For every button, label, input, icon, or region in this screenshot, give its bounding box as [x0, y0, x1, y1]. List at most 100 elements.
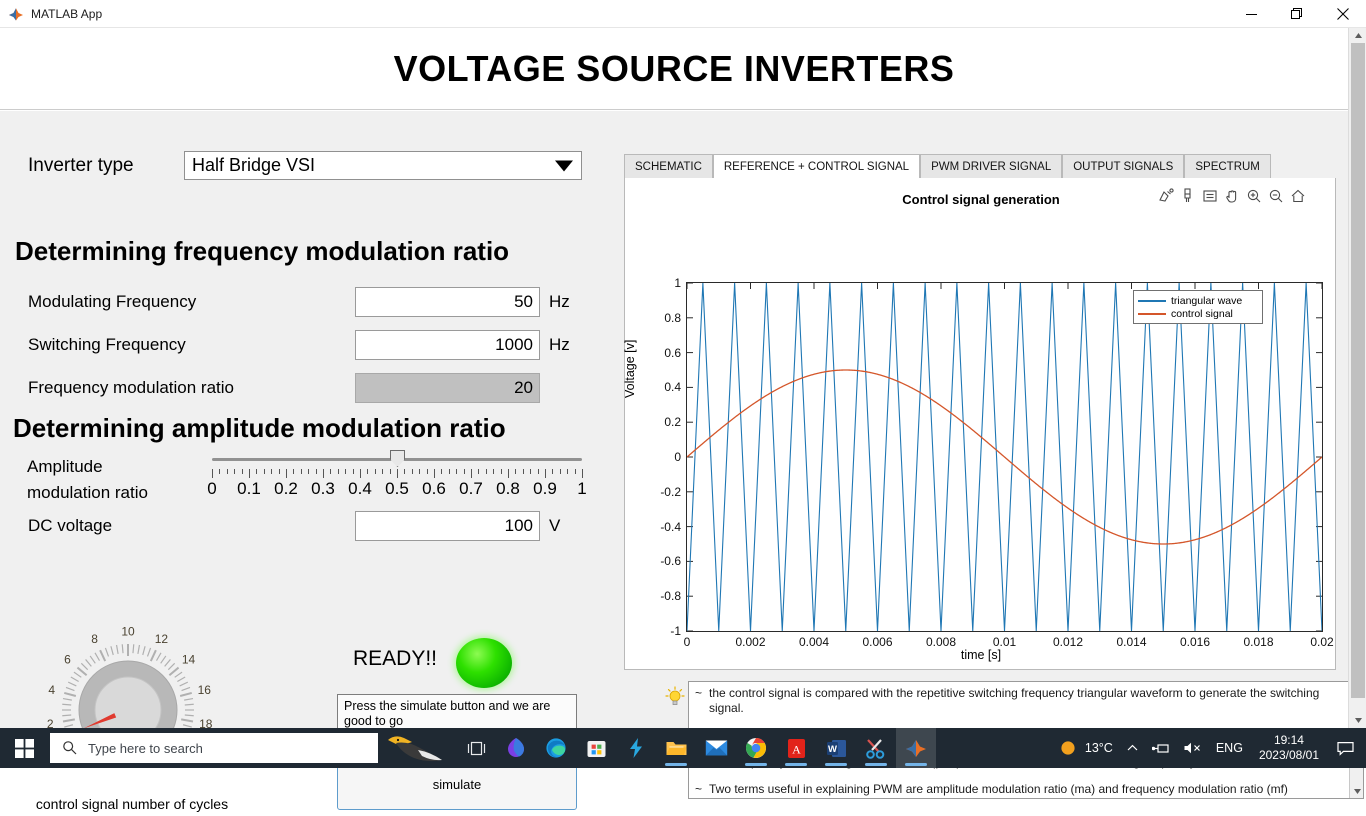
task-view-icon[interactable]: [456, 728, 496, 768]
knob-tick: [149, 649, 157, 662]
slider-tick: [315, 469, 317, 474]
weather-widget[interactable]: 13°C: [1052, 728, 1120, 768]
slider-tick: [249, 469, 250, 478]
knob-tick: [115, 644, 119, 654]
volume-muted-icon[interactable]: [1176, 728, 1209, 768]
amplitude-modulation-ratio-slider[interactable]: 0 0.1 0.2 0.3 0.4 0.5 0.6 0.7 0.8 0.9 1: [207, 449, 587, 499]
amplitude-modulation-ratio-label: Amplitude modulation ratio: [27, 454, 148, 506]
zoom-out-icon[interactable]: [1267, 187, 1285, 205]
knob-tick: [67, 681, 77, 687]
slider-tick-label: 0.3: [311, 479, 335, 498]
info-scroll-down-button[interactable]: [1350, 785, 1363, 798]
knob-tick-label: 16: [198, 683, 212, 697]
inverter-type-dropdown[interactable]: Half Bridge VSI: [184, 151, 582, 180]
knob-tick: [167, 662, 176, 671]
info-item-text: Two terms useful in explaining PWM are a…: [709, 782, 1288, 796]
microsoft-365-icon[interactable]: [496, 728, 536, 768]
language-indicator[interactable]: ENG: [1209, 728, 1250, 768]
microsoft-store-icon[interactable]: [576, 728, 616, 768]
y-tick-label: -0.6: [660, 554, 681, 569]
knob-dial[interactable]: 02468101214161820: [26, 626, 238, 796]
knob-tick: [94, 652, 101, 661]
knob-tick: [89, 655, 96, 664]
knob-tick: [85, 659, 92, 667]
matlab-icon[interactable]: [896, 728, 936, 768]
y-tick-label: 0.4: [664, 380, 681, 395]
knob-tick: [181, 718, 194, 723]
frequency-modulation-ratio-value: 20: [355, 373, 540, 403]
info-bullet: ~: [695, 782, 703, 796]
slider-tick: [434, 469, 435, 478]
brush-icon[interactable]: [1179, 187, 1197, 205]
slider-tick: [582, 469, 583, 478]
adobe-reader-icon[interactable]: A: [776, 728, 816, 768]
control-signal-cycles-knob[interactable]: 02468101214161820 control signal number …: [26, 626, 238, 816]
home-icon[interactable]: [1289, 187, 1307, 205]
dc-voltage-input[interactable]: 100: [355, 511, 540, 541]
slider-tick: [360, 469, 361, 478]
tab-schematic[interactable]: SCHEMATIC: [624, 154, 713, 178]
zoom-in-icon[interactable]: [1245, 187, 1263, 205]
slider-tick: [574, 469, 576, 474]
minimize-button[interactable]: [1228, 0, 1274, 28]
mail-icon[interactable]: [696, 728, 736, 768]
snipping-tool-icon[interactable]: [856, 728, 896, 768]
data-tip-icon[interactable]: [1201, 187, 1219, 205]
notification-icon[interactable]: [1328, 728, 1362, 768]
modulating-frequency-input[interactable]: 50: [355, 287, 540, 317]
slider-tick: [256, 469, 258, 474]
taskbar-clock[interactable]: 19:14 2023/08/01: [1250, 733, 1328, 763]
export-icon[interactable]: [1157, 187, 1175, 205]
slider-tick-label: 0.4: [348, 479, 372, 498]
slider-tick-label: 0.8: [496, 479, 520, 498]
tab-spectrum[interactable]: SPECTRUM: [1184, 154, 1271, 178]
tab-label: SCHEMATIC: [635, 160, 702, 173]
x-tick-label: 0.016: [1179, 635, 1211, 649]
slider-tick: [567, 469, 569, 474]
x-tick-label: 0.012: [1052, 635, 1084, 649]
knob-tick: [164, 659, 171, 667]
tab-strip: SCHEMATIC REFERENCE + CONTROL SIGNAL PWM D…: [624, 154, 1336, 179]
slider-tick: [463, 469, 465, 474]
slider-tick: [263, 469, 265, 474]
microsoft-edge-icon[interactable]: [536, 728, 576, 768]
tab-pwm-driver-signal[interactable]: PWM DRIVER SIGNAL: [920, 154, 1063, 178]
slider-tick: [367, 469, 369, 474]
switching-frequency-input[interactable]: 1000: [355, 330, 540, 360]
knob-tick: [62, 714, 72, 717]
amplitude-section-heading: Determining amplitude modulation ratio: [13, 413, 506, 443]
slider-tick: [234, 469, 236, 474]
network-icon[interactable]: [1145, 728, 1176, 768]
tab-reference-control-signal[interactable]: REFERENCE + CONTROL SIGNAL: [712, 154, 921, 178]
slider-tick: [226, 469, 228, 474]
y-tick-label: 1: [674, 276, 681, 290]
pan-icon[interactable]: [1223, 187, 1241, 205]
knob-tick-label: 10: [121, 626, 135, 639]
chart-y-axis-label: Voltage [v]: [623, 339, 637, 398]
window-title: MATLAB App: [31, 6, 103, 21]
tab-output-signals[interactable]: OUTPUT SIGNALS: [1062, 154, 1185, 178]
knob-tick: [73, 671, 82, 678]
microsoft-word-icon[interactable]: W: [816, 728, 856, 768]
app-vertical-scrollbar[interactable]: [1348, 28, 1366, 728]
chart-toolbar: [1157, 187, 1307, 205]
knob-tick-label: 6: [64, 653, 71, 667]
lightning-icon[interactable]: [616, 728, 656, 768]
scroll-up-button[interactable]: [1349, 28, 1366, 43]
slider-handle[interactable]: [390, 450, 405, 467]
chevron-up-icon[interactable]: [1120, 728, 1145, 768]
file-explorer-icon[interactable]: [656, 728, 696, 768]
search-input[interactable]: Type here to search: [50, 733, 378, 763]
close-button[interactable]: [1320, 0, 1366, 28]
maximize-button[interactable]: [1274, 0, 1320, 28]
slider-tick: [323, 469, 324, 478]
slider-tick: [448, 469, 450, 474]
chart-card: Control signal generation Voltage [v] ti…: [623, 178, 1336, 670]
scroll-down-button[interactable]: [1349, 713, 1366, 728]
google-chrome-icon[interactable]: [736, 728, 776, 768]
chart-plot-area: [686, 282, 1323, 632]
slider-tick-label: 0.1: [237, 479, 261, 498]
slider-tick: [411, 469, 413, 474]
vertical-scroll-thumb[interactable]: [1351, 43, 1365, 698]
windows-start-icon[interactable]: [0, 728, 48, 768]
